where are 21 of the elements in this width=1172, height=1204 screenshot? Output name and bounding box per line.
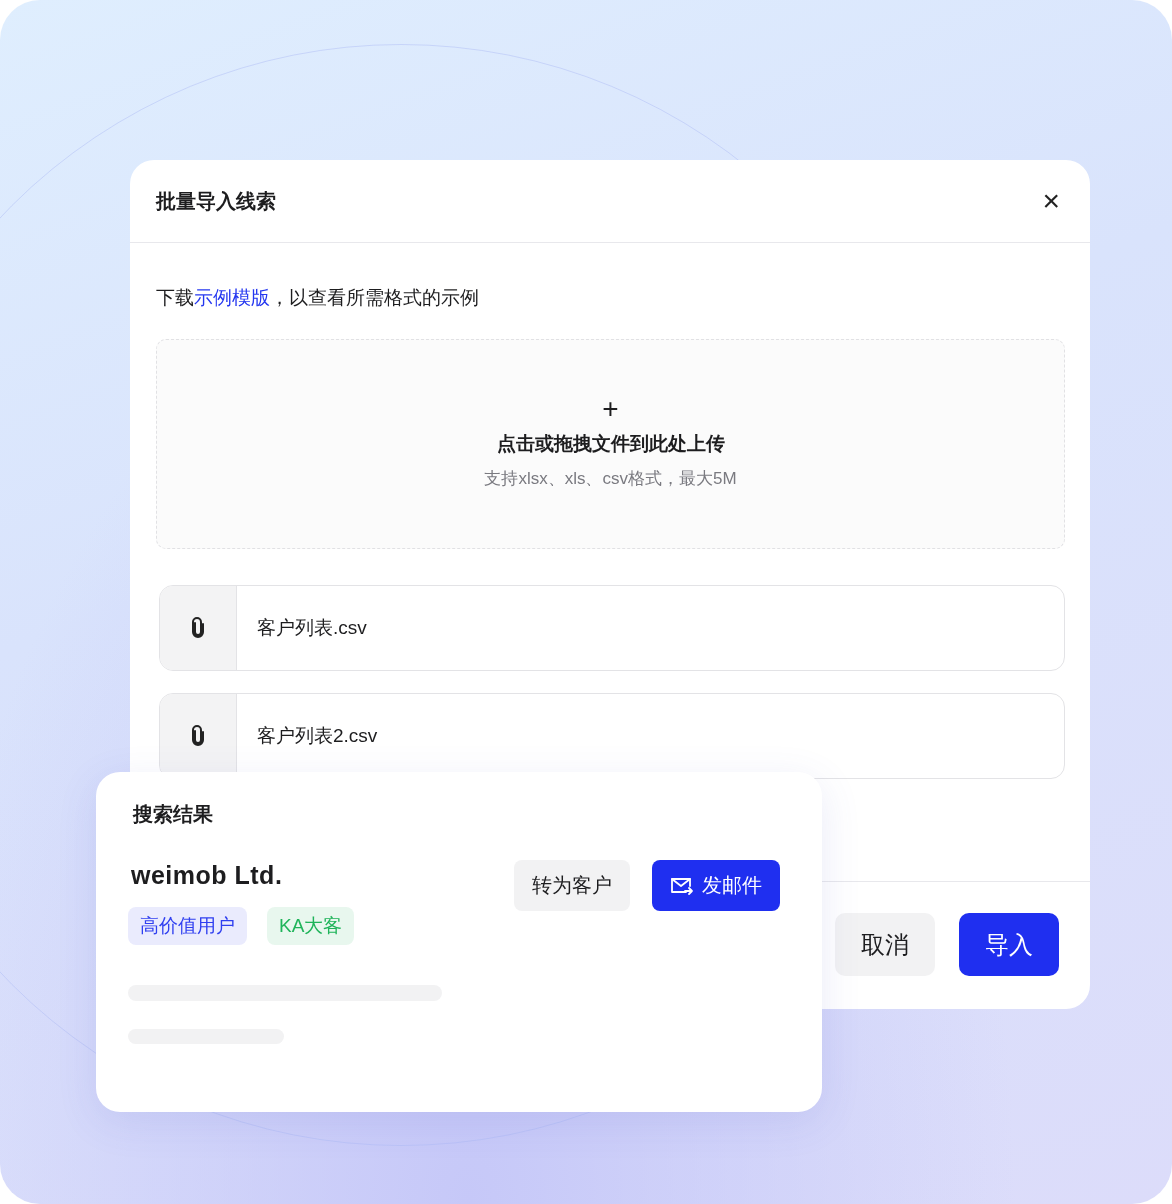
mail-icon: [670, 875, 694, 896]
email-button[interactable]: 发邮件: [652, 860, 780, 911]
dialog-title: 批量导入线索: [156, 188, 276, 214]
convert-button[interactable]: 转为客户: [514, 860, 630, 911]
upload-dropzone[interactable]: + 点击或拖拽文件到此处上传 支持xlsx、xls、csv格式，最大5M: [156, 339, 1065, 549]
cancel-button[interactable]: 取消: [835, 913, 935, 976]
file-name: 客户列表.csv: [256, 616, 367, 640]
template-link[interactable]: 示例模版: [194, 287, 270, 308]
file-name: 客户列表2.csv: [256, 724, 378, 748]
card-title: 搜索结果: [133, 802, 214, 827]
upload-hint: 支持xlsx、xls、csv格式，最大5M: [484, 468, 737, 490]
tag: KA大客: [267, 907, 355, 945]
instruction-text: 下载示例模版，以查看所需格式的示例: [156, 286, 480, 310]
upload-title: 点击或拖拽文件到此处上传: [496, 432, 725, 456]
paperclip-icon: [190, 725, 206, 747]
plus-icon: +: [602, 394, 619, 424]
company-name: weimob Ltd.: [131, 860, 284, 891]
import-button[interactable]: 导入: [959, 913, 1059, 976]
paperclip-icon: [190, 617, 206, 639]
tag: 高价值用户: [128, 907, 247, 945]
close-button[interactable]: ×: [1038, 186, 1064, 216]
